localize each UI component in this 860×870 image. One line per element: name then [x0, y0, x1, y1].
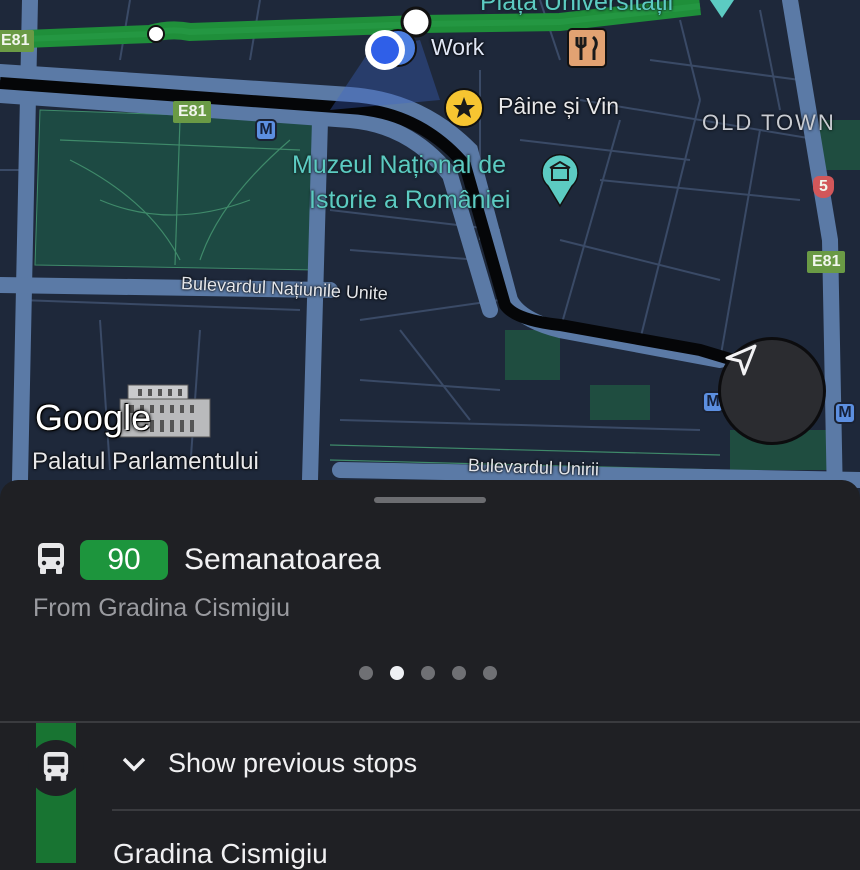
route-destination: Semanatoarea [184, 543, 381, 576]
stop-name[interactable]: Gradina Cismigiu [113, 838, 328, 870]
bus-icon [36, 541, 66, 580]
metro-station-icon[interactable]: M [834, 402, 856, 424]
page-dot[interactable] [359, 666, 373, 680]
map-label-museum-line1[interactable]: Muzeul Național de [292, 151, 506, 180]
divider [112, 809, 860, 811]
chevron-down-icon [120, 754, 148, 774]
divider [0, 721, 860, 723]
metro-station-icon[interactable]: M [255, 119, 277, 141]
route-origin: From Gradina Cismigiu [33, 594, 291, 622]
map-label-museum-line2[interactable]: Istorie a României [309, 186, 510, 215]
show-previous-stops-label: Show previous stops [168, 748, 418, 778]
bottom-sheet: 90 Semanatoarea From Gradina Cismigiu Sh… [0, 480, 860, 869]
page-dot[interactable] [452, 666, 466, 680]
road-shield-route-5: 5 [813, 176, 834, 198]
bus-icon [42, 750, 70, 787]
show-previous-stops-button[interactable]: Show previous stops [120, 748, 417, 779]
route-stop-marker [147, 25, 165, 43]
road-shield-e81: E81 [0, 30, 35, 52]
page-dot[interactable] [483, 666, 497, 680]
current-location-dot [371, 36, 399, 64]
route-header: 90 Semanatoarea [36, 538, 381, 582]
recenter-location-button[interactable] [718, 337, 826, 445]
page-dot-active[interactable] [390, 666, 404, 680]
map-label-old-town: OLD TOWN [702, 110, 836, 135]
map-label-piata-universitatii[interactable]: Piața Universității [480, 0, 673, 17]
page-dot[interactable] [421, 666, 435, 680]
restaurant-icon [567, 28, 607, 68]
route-number-badge: 90 [80, 540, 168, 580]
stop-bus-badge [28, 740, 84, 796]
page-indicator[interactable] [359, 666, 497, 680]
sheet-drag-handle[interactable] [374, 497, 486, 503]
google-logo: Google [35, 397, 152, 438]
map-label-palatul-parlamentului[interactable]: Palatul Parlamentului [32, 448, 259, 476]
map-label-work[interactable]: Work [431, 34, 484, 61]
map-view[interactable]: Piața Universității Work Pâine și Vin OL… [0, 0, 860, 500]
road-shield-e81: E81 [807, 251, 846, 273]
road-shield-e81: E81 [173, 101, 212, 123]
map-label-paine-si-vin[interactable]: Pâine și Vin [498, 93, 619, 120]
